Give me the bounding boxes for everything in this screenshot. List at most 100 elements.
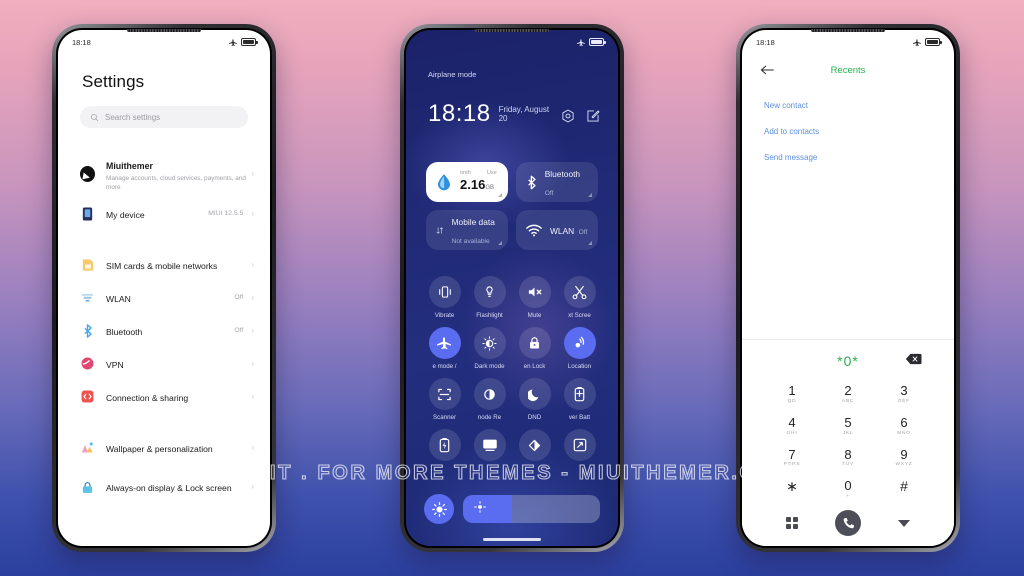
dark-mode-icon bbox=[473, 327, 506, 359]
flashlight-icon bbox=[473, 276, 506, 308]
tile-text: WLAN Off bbox=[550, 221, 587, 239]
hide-keypad-icon[interactable] bbox=[876, 519, 932, 527]
qs-toggle-reading-mode[interactable]: node Re bbox=[467, 378, 512, 421]
phone-control-center: . Airplane mode 18:18 Friday, August 20 bbox=[400, 24, 624, 552]
sidebar-item-wallpaper[interactable]: Wallpaper & personalization › bbox=[58, 431, 270, 464]
settings-gear-icon[interactable] bbox=[561, 109, 575, 123]
sidebar-item-vpn[interactable]: VPN › bbox=[58, 347, 270, 380]
key-number: 0 bbox=[844, 478, 852, 494]
qs-toggle-cast[interactable] bbox=[467, 429, 512, 465]
key-9[interactable]: 9 WXYZ bbox=[876, 444, 932, 474]
key-hash[interactable]: # bbox=[876, 475, 932, 506]
status-icons bbox=[913, 38, 942, 47]
tile-resize-corner bbox=[588, 241, 592, 245]
qs-toggle-screenshot[interactable]: xt Scree bbox=[557, 276, 602, 319]
status-bar: 18:18 bbox=[58, 30, 270, 50]
page-title: Settings bbox=[82, 72, 145, 91]
qs-label: en Lock bbox=[523, 363, 546, 370]
sidebar-item-sim-cards[interactable]: SIM cards & mobile networks › bbox=[58, 248, 270, 281]
row-text: Miuithemer Manage accounts, cloud servic… bbox=[106, 156, 251, 192]
qs-label: Scanner bbox=[432, 414, 457, 421]
wifi-icon bbox=[526, 224, 542, 236]
vibrate-icon bbox=[428, 276, 461, 308]
mobile-data-icon bbox=[436, 226, 443, 234]
chevron-right-icon: › bbox=[251, 292, 254, 302]
sidebar-item-always-on-display[interactable]: Always-on display & Lock screen › bbox=[58, 464, 270, 510]
tile-state: Off bbox=[578, 229, 588, 236]
data-amount-unit: GB bbox=[485, 185, 494, 191]
qs-toggle-auto-rotate[interactable] bbox=[557, 429, 602, 465]
tile-wlan[interactable]: WLAN Off bbox=[516, 210, 598, 250]
search-input[interactable]: Search settings bbox=[80, 106, 248, 128]
backspace-icon[interactable] bbox=[905, 352, 922, 370]
lock-icon bbox=[518, 327, 551, 359]
tile-resize-corner bbox=[498, 193, 502, 197]
key-letters: WXYZ bbox=[895, 462, 913, 468]
qs-toggle-power[interactable] bbox=[422, 429, 467, 465]
key-number: 2 bbox=[844, 383, 852, 399]
brightness-slider[interactable] bbox=[463, 495, 600, 523]
tile-bluetooth[interactable]: Bluetooth Off bbox=[516, 162, 598, 202]
qs-label: Dark mode bbox=[474, 363, 505, 370]
qs-toggle-dnd[interactable]: DND bbox=[512, 378, 557, 421]
link-send-message[interactable]: Send message bbox=[764, 144, 932, 170]
row-label: My device bbox=[106, 209, 145, 220]
qs-toggle-vibrate[interactable]: Vibrate bbox=[422, 276, 467, 319]
tile-text: Bluetooth Off bbox=[545, 164, 588, 200]
sidebar-item-connection-sharing[interactable]: Connection & sharing › bbox=[58, 380, 270, 413]
key-number: 8 bbox=[844, 446, 852, 462]
qs-toggle-scanner[interactable]: Scanner bbox=[422, 378, 467, 421]
key-star[interactable]: ∗ bbox=[764, 475, 820, 506]
status-time: 18:18 bbox=[72, 37, 91, 47]
qs-label: Mute bbox=[527, 312, 542, 319]
qs-label: node Re bbox=[477, 414, 502, 421]
key-2[interactable]: 2 ABC bbox=[820, 380, 876, 410]
key-8[interactable]: 8 TUV bbox=[820, 444, 876, 474]
chevron-right-icon: › bbox=[251, 442, 254, 452]
sidebar-item-account[interactable]: Miuithemer Manage accounts, cloud servic… bbox=[58, 151, 270, 197]
qs-toggle-flashlight[interactable]: Flashlight bbox=[467, 276, 512, 319]
qs-toggle-mute[interactable]: Mute bbox=[512, 276, 557, 319]
edit-icon[interactable] bbox=[586, 109, 600, 123]
qs-toggle-airplane-mode[interactable]: e mode / bbox=[422, 327, 467, 370]
key-letters: TUV bbox=[842, 462, 854, 468]
home-indicator[interactable] bbox=[483, 538, 541, 541]
qs-toggle-screen-lock[interactable]: en Lock bbox=[512, 327, 557, 370]
qs-toggle-battery-saver[interactable]: ver Batt bbox=[557, 378, 602, 421]
tile-data-usage[interactable]: onth Use 2.16GB bbox=[426, 162, 508, 202]
status-bar: 18:18 bbox=[742, 30, 954, 50]
key-number: 9 bbox=[900, 446, 908, 462]
key-letters: QD bbox=[787, 399, 797, 405]
key-6[interactable]: 6 MNO bbox=[876, 412, 932, 442]
key-5[interactable]: 5 JKL bbox=[820, 412, 876, 442]
big-tiles: onth Use 2.16GB Bluetooth Off Mobile dat… bbox=[426, 162, 598, 250]
key-4[interactable]: 4 GHI bbox=[764, 412, 820, 442]
sidebar-item-bluetooth[interactable]: Bluetooth Off › bbox=[58, 314, 270, 347]
keypad-grid-icon[interactable] bbox=[764, 517, 820, 529]
key-7[interactable]: 7 PQRS bbox=[764, 444, 820, 474]
phone-icon bbox=[80, 206, 95, 221]
call-button[interactable] bbox=[820, 510, 876, 536]
key-3[interactable]: 3 DEF bbox=[876, 380, 932, 410]
battery-saver-icon bbox=[563, 378, 596, 410]
phone-settings: 18:18 Settings Search settings Miuitheme… bbox=[52, 24, 276, 552]
key-letters: PQRS bbox=[783, 462, 801, 468]
qs-toggle-nfc[interactable] bbox=[512, 429, 557, 465]
qs-toggle-dark-mode[interactable]: Dark mode bbox=[467, 327, 512, 370]
key-1[interactable]: 1 QD bbox=[764, 380, 820, 410]
qs-toggle-location[interactable]: Location bbox=[557, 327, 602, 370]
sidebar-item-my-device[interactable]: My device MIUI 12.5.5 › bbox=[58, 197, 270, 230]
key-letters: MNO bbox=[897, 430, 911, 436]
key-number: 7 bbox=[788, 446, 796, 462]
link-add-to-contacts[interactable]: Add to contacts bbox=[764, 118, 932, 144]
phone-handset-icon bbox=[843, 517, 854, 528]
phone-dialer: 18:18 Recents New contact Add to contact… bbox=[736, 24, 960, 552]
tile-mobile-data[interactable]: Mobile data Not available bbox=[426, 210, 508, 250]
key-0[interactable]: 0 + bbox=[820, 475, 876, 506]
sidebar-item-wlan[interactable]: WLAN Off › bbox=[58, 281, 270, 314]
header-actions bbox=[561, 109, 600, 126]
phone-inner: . Airplane mode 18:18 Friday, August 20 bbox=[404, 28, 620, 548]
link-new-contact[interactable]: New contact bbox=[764, 92, 932, 118]
brightness-auto-button[interactable] bbox=[424, 494, 454, 524]
